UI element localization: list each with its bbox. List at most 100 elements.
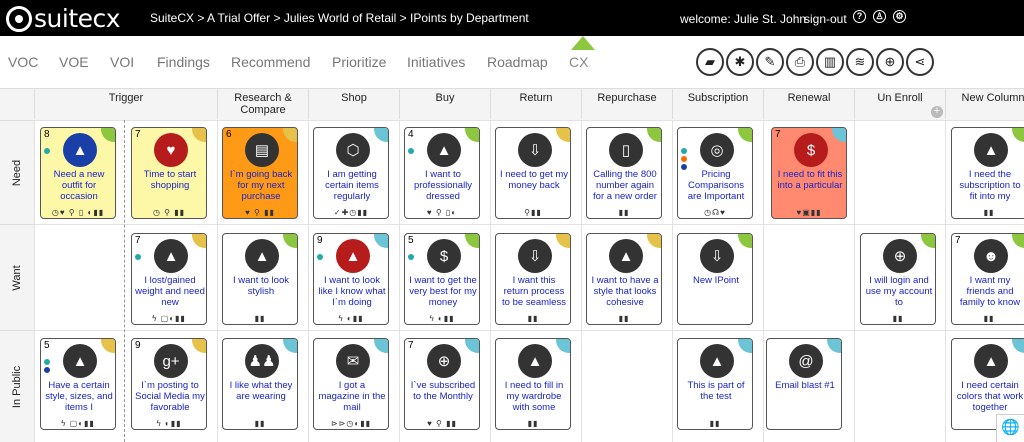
tab-voi[interactable]: VOI <box>110 54 134 70</box>
status-dot <box>681 156 687 162</box>
card-text: I got a magazine in the mail <box>318 380 386 413</box>
column-header[interactable]: Repurchase <box>581 89 672 119</box>
ipoint-card[interactable]: 5 ▲ Have a certain style, sizes, and items… <box>40 338 116 430</box>
card-score: 5 <box>44 340 50 351</box>
database-icon[interactable]: ≋ <box>846 48 874 76</box>
globe-icon[interactable]: 🌐 <box>996 414 1024 442</box>
ipoint-card[interactable]: @ Email blast #1 <box>766 338 842 430</box>
tab-prioritize[interactable]: Prioritize <box>332 54 386 70</box>
card-dots <box>44 359 50 373</box>
ipoint-card[interactable]: ⇩ I need to get my money back ⚲▮▮ <box>495 127 571 219</box>
suitecx-logo[interactable]: suitecx <box>6 4 121 33</box>
tab-cx[interactable]: CX <box>569 54 588 70</box>
globe-icon: ⊕ <box>883 239 917 273</box>
ipoint-card[interactable]: ▯ Calling the 800 number again for a new … <box>586 127 662 219</box>
box-icon: ⬡ <box>336 133 370 167</box>
ipoint-card[interactable]: ⊕ I will login and use my account to ▮▮ <box>860 233 936 325</box>
ipoint-card[interactable]: 7 ♥ Time to start shopping ◷ ⚲ ▮▮ <box>131 127 207 219</box>
add-column-icon[interactable]: + <box>931 106 943 118</box>
ipoint-card[interactable]: 7 ⊕ I`ve subscribed to the Monthly ♥ ⚲ ▮▮ <box>404 338 480 430</box>
ipoint-card[interactable]: 7 ☻ I want my friends and family to know ▮▮ <box>951 233 1024 325</box>
card-footer-icons: ⚲▮▮ <box>524 208 542 217</box>
asterisk-icon[interactable]: ✱ <box>726 48 754 76</box>
note-icon[interactable]: ▰ <box>696 48 724 76</box>
grid-cell[interactable] <box>854 120 945 224</box>
card-corner-tag <box>738 339 752 353</box>
card-text: I need to fit this into a particular <box>777 169 843 191</box>
ipoint-card[interactable]: 9 g+ I`m posting to Social Media my favora… <box>131 338 207 430</box>
card-footer-icons: ▮▮ <box>983 208 995 217</box>
tab-voe[interactable]: VOE <box>59 54 89 70</box>
toolbar: ▰ ✱ ✎ ⎙ ▥ ≋ ⊕ ⋖ <box>696 48 934 76</box>
grid-cell[interactable] <box>581 330 672 442</box>
column-header[interactable]: Renewal <box>763 89 854 119</box>
ipoint-card[interactable]: 4 ▲ I want to professionally dressed ♥ ⚲ ▯◐ <box>404 127 480 219</box>
card-text: I want to get the very best for my money <box>409 275 477 308</box>
card-footer-icons: ϟ ◐▮▮ <box>156 419 182 428</box>
ipoint-card[interactable]: ✉ I got a magazine in the mail ⊳⊳◷◐▮▮ <box>313 338 389 430</box>
grid-cell[interactable] <box>854 330 945 442</box>
card-footer-icons: ♥▣▮▮ <box>796 208 822 217</box>
tab-voc[interactable]: VOC <box>8 54 38 70</box>
print-icon[interactable]: ⎙ <box>786 48 814 76</box>
row-header[interactable]: Want <box>0 224 34 330</box>
ipoint-card[interactable]: ▲ This is part of the test ▮▮ <box>677 338 753 430</box>
ipoint-card[interactable]: 6 ▤ I`m going back for my next purchase ♥ ⚲… <box>222 127 298 219</box>
target-icon[interactable]: ⊕ <box>876 48 904 76</box>
card-corner-tag <box>556 128 570 142</box>
settings-icon[interactable]: ⚙ <box>893 10 906 23</box>
card-score: 8 <box>44 129 50 140</box>
breadcrumb[interactable]: SuiteCX > A Trial Offer > Julies World o… <box>150 11 529 25</box>
tab-roadmap[interactable]: Roadmap <box>487 54 548 70</box>
help-icon[interactable]: ? <box>853 10 866 23</box>
tab-findings[interactable]: Findings <box>157 54 210 70</box>
column-header[interactable]: Shop <box>308 89 399 119</box>
card-footer-icons: ▮▮ <box>983 314 995 323</box>
ipoint-card[interactable]: ▲ I need the subscription to fit into my ▮… <box>951 127 1024 219</box>
user-icon[interactable]: ♙ <box>873 10 886 23</box>
card-text: I want to look stylish <box>233 275 289 297</box>
globe-icon: ⊕ <box>427 344 461 378</box>
ipoint-card[interactable]: ♟♟ I like what they are wearing ▮▮ <box>222 338 298 430</box>
return-icon: ⇩ <box>518 133 552 167</box>
column-header[interactable]: Trigger <box>34 89 217 119</box>
ipoint-card[interactable]: ⬡ I am getting certain items regularly ✓✚◷… <box>313 127 389 219</box>
ipoint-card[interactable]: 7 $ I need to fit this into a particular ♥▣… <box>771 127 847 219</box>
column-header[interactable]: Research & Compare <box>217 89 308 119</box>
dollar-icon: $ <box>794 133 828 167</box>
card-text: I`m going back for my next purchase <box>229 169 293 202</box>
card-corner-tag <box>1012 128 1024 142</box>
ipoint-card[interactable]: 9 ▲ I want to look like I know what I`m do… <box>313 233 389 325</box>
ipoint-card[interactable]: ⇩ I want this return process to be seamle… <box>495 233 571 325</box>
row-header[interactable]: Need <box>0 120 34 224</box>
card-corner-tag <box>192 234 206 248</box>
ipoint-card[interactable]: ▲ I need to fill in my wardrobe with some… <box>495 338 571 430</box>
column-header[interactable]: Subscription <box>672 89 763 119</box>
card-corner-tag <box>192 128 206 142</box>
ipoint-card[interactable]: 5 $ I want to get the very best for my mon… <box>404 233 480 325</box>
tab-recommend[interactable]: Recommend <box>231 54 310 70</box>
card-corner-tag <box>921 234 935 248</box>
ipoint-card[interactable]: ▲ I want to look stylish ▮▮ <box>222 233 298 325</box>
card-text: Email blast #1 <box>775 380 835 391</box>
column-header[interactable]: Buy <box>399 89 490 119</box>
column-header[interactable]: New Column <box>945 89 1024 119</box>
card-corner-tag <box>374 128 388 142</box>
ipoint-card[interactable]: ⇩ New IPoint <box>677 233 753 325</box>
card-footer-icons: ♥ ⚲ ▯◐ <box>426 208 458 217</box>
edit-icon[interactable]: ✎ <box>756 48 784 76</box>
signout-link[interactable]: sign-out <box>804 12 847 26</box>
row-label: Want <box>11 264 23 291</box>
column-header[interactable]: Return <box>490 89 581 119</box>
share-icon[interactable]: ⋖ <box>906 48 934 76</box>
ipoint-card[interactable]: ◎ Pricing Comparisons are Important ◷☊♥ <box>677 127 753 219</box>
grid-cell[interactable] <box>763 224 854 330</box>
tab-initiatives[interactable]: Initiatives <box>407 54 465 70</box>
card-dots <box>44 148 50 154</box>
ipoint-card[interactable]: ▲ I want to have a style that looks cohes… <box>586 233 662 325</box>
g+-icon: g+ <box>154 344 188 378</box>
row-header[interactable]: In Public <box>0 330 34 442</box>
map-icon[interactable]: ▥ <box>816 48 844 76</box>
ipoint-card[interactable]: 7 ▲ I lost/gained weight and need new ϟ ▢◐▮… <box>131 233 207 325</box>
ipoint-card[interactable]: 8 ▲ Need a new outfit for occasion ◷♥ ⚲ ▯ ◐… <box>40 127 116 219</box>
